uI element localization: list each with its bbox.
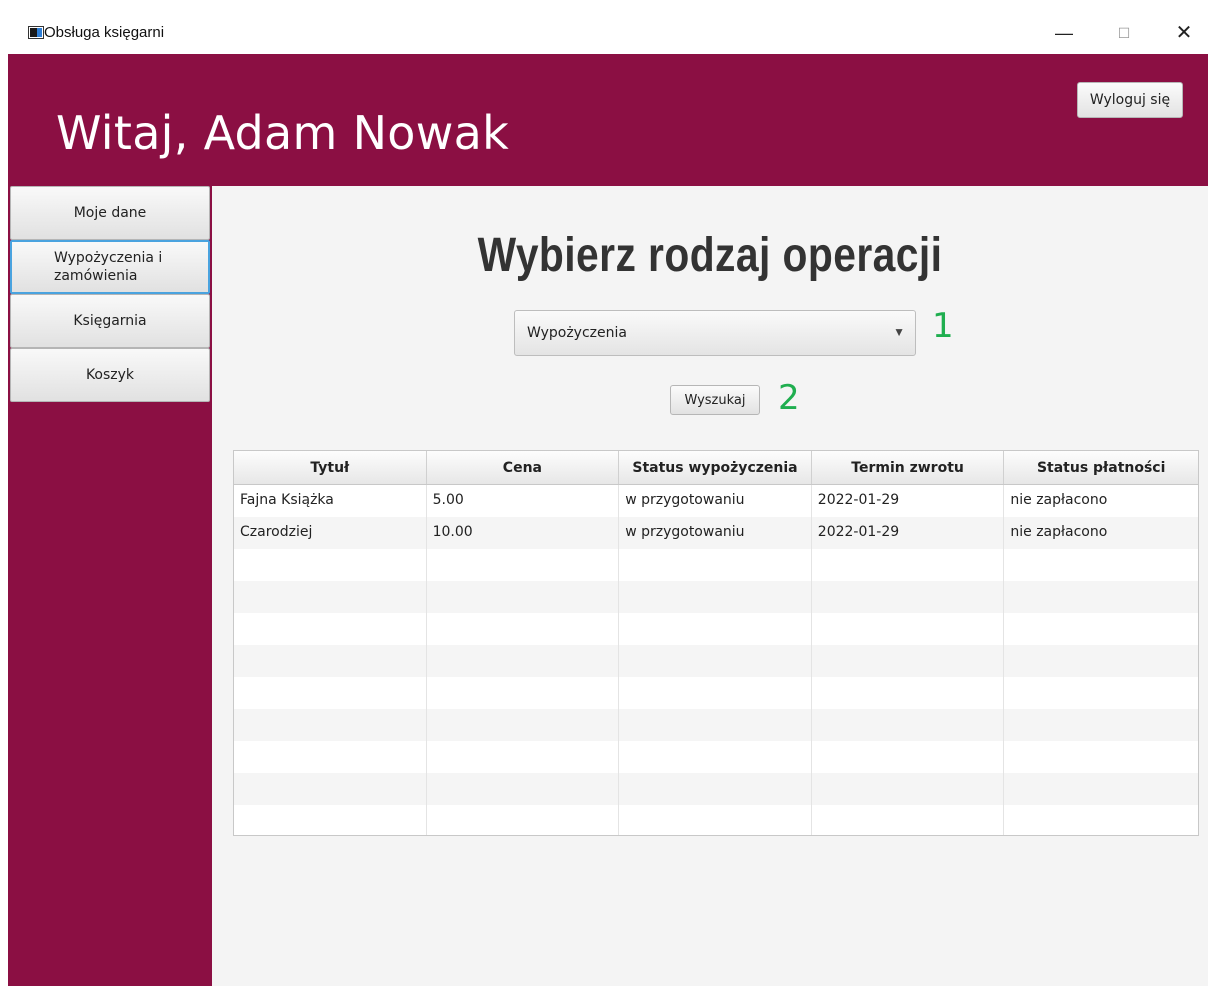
column-header-title[interactable]: Tytuł — [234, 451, 427, 484]
minimize-button[interactable]: — — [1044, 20, 1084, 46]
table-row[interactable]: Fajna Książka 5.00 w przygotowaniu 2022-… — [234, 485, 1198, 517]
table-row-empty — [234, 773, 1198, 805]
table-row-empty — [234, 677, 1198, 709]
logout-button[interactable]: Wyloguj się — [1077, 82, 1183, 118]
greeting-title: Witaj, Adam Nowak — [56, 106, 510, 160]
table-header: Tytuł Cena Status wypożyczenia Termin zw… — [234, 451, 1198, 485]
sidebar-item-label-line1: Wypożyczenia i — [54, 250, 163, 266]
app-window-icon — [28, 26, 44, 39]
table-row-empty — [234, 613, 1198, 645]
table-cell: w przygotowaniu — [619, 485, 812, 517]
results-table: Tytuł Cena Status wypożyczenia Termin zw… — [233, 450, 1199, 836]
sidebar-item-cart[interactable]: Koszyk — [10, 348, 210, 402]
table-row-empty — [234, 741, 1198, 773]
table-row-empty — [234, 581, 1198, 613]
table-cell: 10.00 — [427, 517, 620, 549]
table-row-empty — [234, 645, 1198, 677]
page-title: Wybierz rodzaj operacji — [477, 229, 943, 282]
table-row-empty — [234, 805, 1198, 835]
column-header-loan-status[interactable]: Status wypożyczenia — [619, 451, 812, 484]
header-banner: Witaj, Adam Nowak Wyloguj się — [8, 54, 1208, 186]
operation-type-value: Wypożyczenia — [527, 325, 627, 341]
sidebar-item-label-line2: zamówienia — [54, 268, 138, 284]
table-cell: nie zapłacono — [1010, 492, 1108, 508]
table-cell: 2022-01-29 — [812, 485, 1005, 517]
column-header-payment-status[interactable]: Status płatności — [1004, 451, 1198, 484]
window-titlebar: Obsługa księgarni — ☐ ✕ — [8, 12, 1208, 54]
sidebar-item-loans-orders[interactable]: Wypożyczenia i zamówienia — [10, 240, 210, 294]
table-cell: nie zapłacono — [1010, 524, 1108, 540]
column-header-return-date[interactable]: Termin zwrotu — [812, 451, 1005, 484]
close-button[interactable]: ✕ — [1164, 20, 1204, 46]
table-row-empty — [234, 709, 1198, 741]
operation-type-select[interactable]: Wypożyczenia ▼ — [514, 310, 916, 356]
maximize-button[interactable]: ☐ — [1104, 20, 1144, 46]
table-row[interactable]: Czarodziej 10.00 w przygotowaniu 2022-01… — [234, 517, 1198, 549]
step-number-1: 1 — [932, 306, 954, 346]
search-button[interactable]: Wyszukaj — [670, 385, 760, 415]
table-row-empty — [234, 549, 1198, 581]
table-cell: Fajna Książka — [234, 485, 427, 517]
column-header-price[interactable]: Cena — [427, 451, 620, 484]
table-cell: 2022-01-29 — [812, 517, 1005, 549]
sidebar-item-bookstore[interactable]: Księgarnia — [10, 294, 210, 348]
sidebar-item-my-data[interactable]: Moje dane — [10, 186, 210, 240]
sidebar: Moje dane Wypożyczenia i zamówienia Księ… — [8, 186, 212, 986]
main-content: Wybierz rodzaj operacji Wypożyczenia ▼ 1… — [212, 186, 1208, 986]
chevron-down-icon: ▼ — [893, 325, 905, 339]
window-title: Obsługa księgarni — [44, 24, 165, 41]
table-cell: Czarodziej — [234, 517, 427, 549]
table-cell: 5.00 — [427, 485, 620, 517]
table-cell: w przygotowaniu — [619, 517, 812, 549]
step-number-2: 2 — [778, 378, 800, 418]
